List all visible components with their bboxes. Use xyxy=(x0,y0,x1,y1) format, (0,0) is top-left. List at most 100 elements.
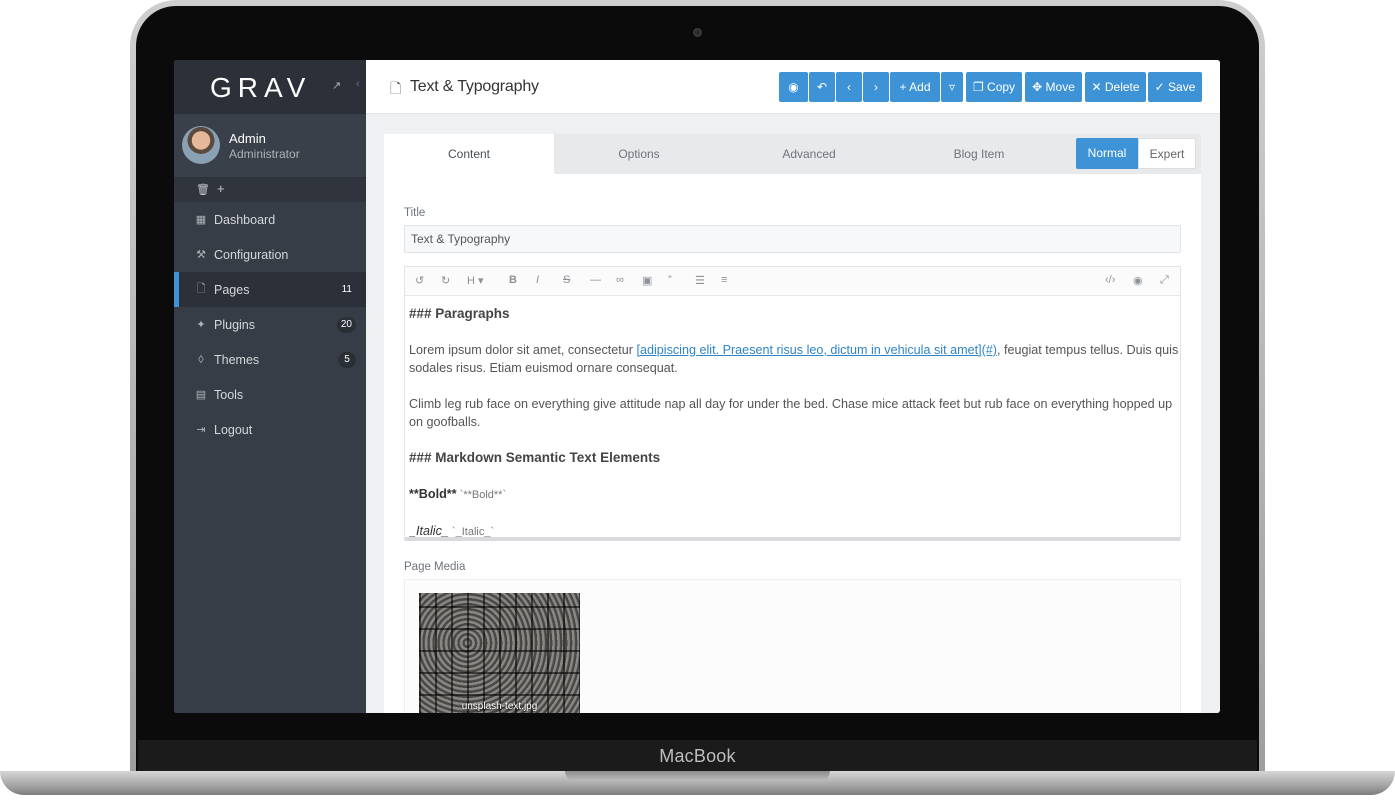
user-panel[interactable]: Admin Administrator xyxy=(174,114,366,178)
top-bar: 🗋 Text & Typography ◉ ↶ ‹ › + Add ▿ ❐ Co… xyxy=(366,60,1220,114)
move-icon: ✥ xyxy=(1032,80,1043,94)
external-link-icon[interactable]: ↗ xyxy=(332,79,341,92)
close-icon: ✕ xyxy=(1091,80,1102,94)
file-icon: 🗋 xyxy=(390,80,402,96)
sidebar-item-logout[interactable]: ⇥ Logout xyxy=(174,412,366,447)
sidebar-item-pages[interactable]: 🗋 Pages 11 xyxy=(174,272,366,307)
screen: GRAV ↗ ‹ Admin Administrator 🗑 + ▦ Dashb… xyxy=(174,60,1220,713)
page-editor-card: Content Options Advanced Blog Item Norma… xyxy=(384,134,1201,713)
sidebar-item-label: Themes xyxy=(214,352,260,367)
heading-icon[interactable]: H ▾ xyxy=(467,274,484,287)
tab-blog-item[interactable]: Blog Item xyxy=(894,134,1064,174)
tab-advanced[interactable]: Advanced xyxy=(724,134,894,174)
add-icon[interactable]: + xyxy=(217,181,225,196)
tab-content[interactable]: Content xyxy=(384,134,554,174)
wrench-icon: ⚒ xyxy=(196,249,206,261)
image-icon[interactable]: ▣ xyxy=(642,274,652,287)
sidebar-item-label: Logout xyxy=(214,422,253,437)
sidebar-item-label: Tools xyxy=(214,387,244,402)
add-button[interactable]: + Add xyxy=(890,72,940,102)
paragraph-text: Lorem ipsum dolor sit amet, consectetur xyxy=(409,343,637,357)
count-badge: 20 xyxy=(336,316,356,333)
editor-text[interactable]: ### Paragraphs Lorem ipsum dolor sit ame… xyxy=(409,305,1179,537)
eye-icon: ◉ xyxy=(788,80,799,94)
tab-options[interactable]: Options xyxy=(554,134,724,174)
sidebar-item-tools[interactable]: ▤ Tools xyxy=(174,377,366,412)
next-page-button[interactable]: › xyxy=(863,72,889,102)
editor-paragraph: Climb leg rub face on everything give at… xyxy=(409,397,1173,429)
plug-icon: ✦ xyxy=(196,319,206,331)
logo-bar: GRAV ↗ ‹ xyxy=(174,60,366,114)
quote-icon[interactable]: ” xyxy=(668,274,672,286)
sidebar-item-themes[interactable]: ◊ Themes 5 xyxy=(174,342,366,377)
bold-icon[interactable]: B xyxy=(509,274,517,286)
delete-button[interactable]: ✕ Delete xyxy=(1085,72,1146,102)
expert-mode-button[interactable]: Expert xyxy=(1138,138,1196,169)
copy-icon: ❐ xyxy=(972,80,984,94)
main-panel: 🗋 Text & Typography ◉ ↶ ‹ › + Add ▿ ❐ Co… xyxy=(366,60,1220,713)
sidebar-item-plugins[interactable]: ✦ Plugins 20 xyxy=(174,307,366,342)
chevron-left-icon: ‹ xyxy=(847,80,851,94)
undo-icon[interactable]: ↺ xyxy=(415,274,424,287)
editor-paragraph: _Italic_ `_Italic_` xyxy=(409,522,1179,537)
copy-button[interactable]: ❐ Copy xyxy=(966,72,1022,102)
sidebar: GRAV ↗ ‹ Admin Administrator 🗑 + ▦ Dashb… xyxy=(174,60,366,713)
sidebar-item-label: Pages xyxy=(214,282,250,297)
dashboard-icon: ▦ xyxy=(195,214,207,226)
user-role: Administrator xyxy=(229,147,300,161)
horizontal-rule-icon[interactable]: — xyxy=(590,274,601,286)
code-view-icon[interactable]: ‹/› xyxy=(1105,274,1115,286)
redo-icon[interactable]: ↻ xyxy=(441,274,450,287)
eye-icon[interactable]: ◉ xyxy=(1133,274,1143,287)
markdown-link[interactable]: [adipiscing elit. Praesent risus leo, di… xyxy=(636,343,996,357)
italic-icon[interactable]: I xyxy=(536,274,539,286)
inline-code: `_Italic_` xyxy=(448,526,495,537)
device-brand: MacBook xyxy=(659,746,736,766)
copy-button-label: Copy xyxy=(987,80,1016,94)
markdown-editor[interactable]: ↺ ↻ H ▾ B I S — ∞ ▣ ” ☰ ≡ ‹/› ◉ ⤢ ### Pa… xyxy=(404,266,1181,541)
trash-icon[interactable]: 🗑 xyxy=(196,183,210,196)
quick-tray: 🗑 + xyxy=(174,178,366,202)
fullscreen-icon[interactable]: ⤢ xyxy=(1160,274,1169,287)
media-thumbnail[interactable]: unsplash-text.jpg xyxy=(419,593,580,713)
media-dropzone[interactable]: unsplash-text.jpg xyxy=(404,579,1181,713)
numbered-list-icon[interactable]: ≡ xyxy=(721,274,727,286)
editor-heading: ### Markdown Semantic Text Elements xyxy=(409,450,661,465)
tab-bar: Content Options Advanced Blog Item Norma… xyxy=(384,134,1201,174)
bullet-list-icon[interactable]: ☰ xyxy=(695,274,705,287)
laptop-mockup: MacBook GRAV ↗ ‹ Admin Administrator 🗑 +… xyxy=(0,0,1395,800)
add-dropdown-button[interactable]: ▿ xyxy=(941,72,963,102)
title-label: Title xyxy=(404,207,426,219)
collapse-sidebar-icon[interactable]: ‹ xyxy=(356,78,360,90)
revert-button[interactable]: ↶ xyxy=(809,72,835,102)
normal-mode-button[interactable]: Normal xyxy=(1076,138,1138,169)
logo[interactable]: GRAV xyxy=(210,72,311,104)
preview-button[interactable]: ◉ xyxy=(779,72,808,102)
check-icon: ✓ xyxy=(1154,80,1165,94)
chevron-down-icon: ▿ xyxy=(948,80,956,94)
move-button[interactable]: ✥ Move xyxy=(1025,72,1082,102)
editor-paragraph: Lorem ipsum dolor sit amet, consectetur … xyxy=(409,341,1179,377)
editor-heading: ### Paragraphs xyxy=(409,306,510,321)
italic-text: _Italic_ xyxy=(409,524,449,537)
briefcase-icon: ▤ xyxy=(195,389,207,401)
avatar[interactable] xyxy=(182,126,220,164)
count-badge: 5 xyxy=(338,351,356,368)
strikethrough-icon[interactable]: S xyxy=(563,274,570,286)
save-button[interactable]: ✓ Save xyxy=(1148,72,1202,102)
media-label: Page Media xyxy=(404,561,466,573)
title-input[interactable]: Text & Typography xyxy=(404,225,1181,253)
sidebar-item-configuration[interactable]: ⚒ Configuration xyxy=(174,237,366,272)
delete-button-label: Delete xyxy=(1104,80,1140,94)
save-button-label: Save xyxy=(1168,80,1196,94)
move-button-label: Move xyxy=(1045,80,1075,94)
editor-resize-handle[interactable] xyxy=(405,537,1180,541)
sidebar-item-label: Dashboard xyxy=(214,212,276,227)
page-title: Text & Typography xyxy=(410,78,539,95)
user-name: Admin xyxy=(229,131,266,146)
inline-code: `**Bold**` xyxy=(456,489,507,501)
sidebar-item-dashboard[interactable]: ▦ Dashboard xyxy=(174,202,366,237)
link-icon[interactable]: ∞ xyxy=(616,274,624,286)
sidebar-item-label: Plugins xyxy=(214,317,255,332)
previous-page-button[interactable]: ‹ xyxy=(836,72,862,102)
